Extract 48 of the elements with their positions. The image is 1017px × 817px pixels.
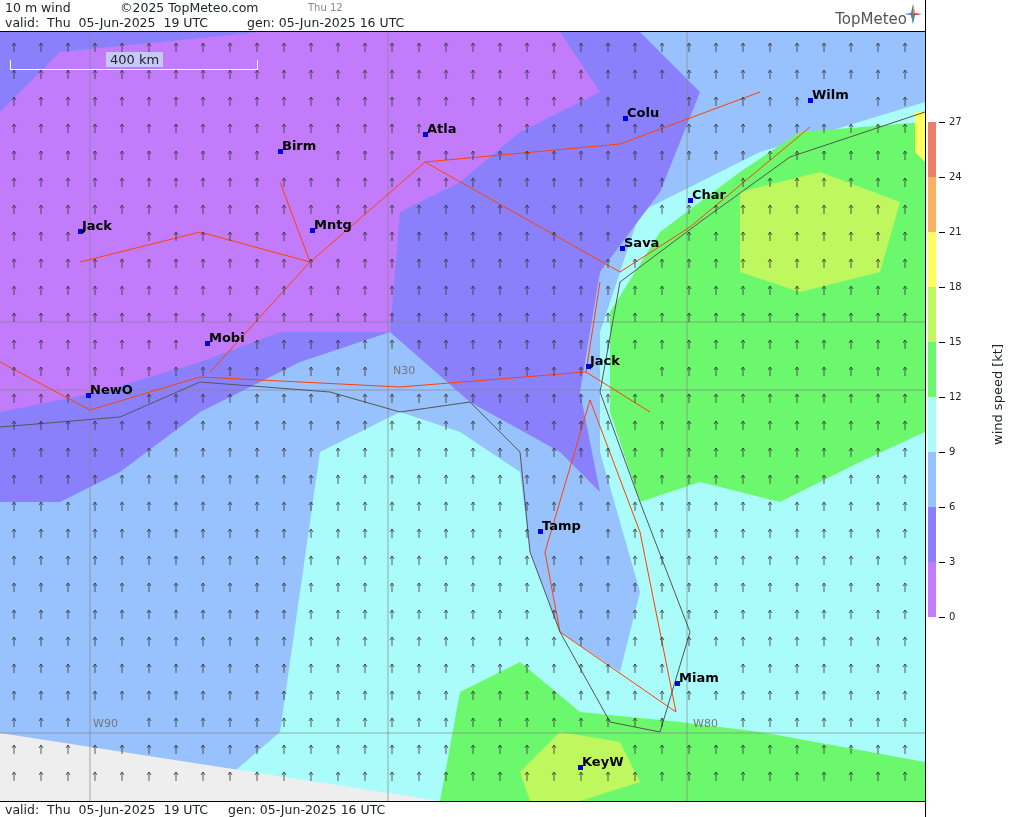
city-marker [586, 364, 591, 369]
city-marker [538, 529, 543, 534]
grid-label: N30 [393, 365, 416, 377]
generated-time-text: gen: 05-Jun-2025 16 UTC [228, 802, 386, 817]
tick-label: 12 [949, 392, 962, 402]
tick-label: 27 [949, 117, 962, 127]
valid-time-text: valid: Thu 05-Jun-2025 19 UTC [5, 802, 210, 817]
city-label: Wilm [812, 88, 849, 102]
city-label: Colu [627, 106, 660, 120]
map-title: 10 m wind [5, 0, 72, 15]
tick-label: 3 [949, 557, 956, 567]
city-label: KeyW [582, 755, 624, 769]
city-label: Mobi [209, 331, 245, 345]
city-label: Tamp [542, 519, 581, 533]
city-label: Mntg [314, 218, 352, 232]
city-marker [86, 393, 91, 398]
scale-label: 400 km [106, 52, 164, 67]
city-marker [620, 246, 625, 251]
city-marker [278, 149, 283, 154]
day-label: Thu 12 [308, 1, 343, 15]
legend-title: wind speed [kt] [989, 343, 1006, 445]
city-label: Atla [427, 122, 457, 136]
city-marker [205, 341, 210, 346]
city-label: Char [692, 188, 726, 202]
city-label: Miam [679, 671, 719, 685]
valid-time-text: valid: Thu 05-Jun-2025 19 UTC [5, 15, 210, 30]
city-marker [310, 228, 315, 233]
tick-label: 0 [949, 612, 956, 622]
tick-label: 18 [949, 282, 962, 292]
city-label: Birm [282, 139, 317, 153]
tick-label: 21 [949, 227, 962, 237]
copyright-text: ©2025 TopMeteo.com [120, 0, 260, 15]
city-label: Jack [82, 219, 112, 233]
city-marker [808, 98, 813, 103]
city-marker [423, 132, 428, 137]
grid-label: W90 [93, 718, 118, 730]
city-marker [78, 229, 83, 234]
city-marker [688, 198, 693, 203]
tick-label: 24 [949, 172, 962, 182]
tick-label: 9 [949, 447, 956, 457]
site-logo: TopMeteo [835, 12, 907, 27]
city-marker [623, 116, 628, 121]
city-marker [675, 681, 680, 686]
city-label: NewO [90, 383, 133, 397]
city-marker [578, 765, 583, 770]
generated-time-text: gen: 05-Jun-2025 16 UTC [247, 15, 405, 30]
tick-label: 15 [949, 337, 962, 347]
tick-label: 6 [949, 502, 956, 512]
